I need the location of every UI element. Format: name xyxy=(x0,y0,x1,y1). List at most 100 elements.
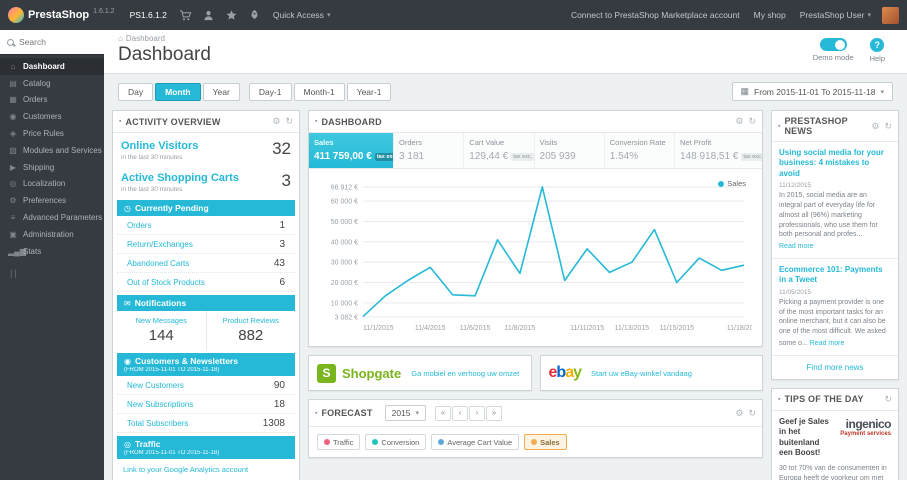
shop-version-link[interactable]: PS1.6.1.2 xyxy=(123,0,174,30)
next-page-button[interactable]: › xyxy=(469,405,486,421)
sidebar-item-shipping[interactable]: ▶ Shipping xyxy=(0,159,104,176)
forecast-pagination: « ‹ › » xyxy=(435,405,503,421)
range-button-day[interactable]: Day xyxy=(118,82,154,101)
kpi-sales[interactable]: Sales411 759,00 €tax exc. xyxy=(309,133,395,168)
sidebar-item-catalog[interactable]: ▤ Catalog xyxy=(0,75,104,92)
refresh-icon[interactable]: ↻ xyxy=(285,116,293,127)
demo-mode-label: Demo mode xyxy=(812,53,854,62)
breadcrumb[interactable]: ⌂ Dashboard xyxy=(118,34,211,43)
customer-icon[interactable] xyxy=(197,9,220,22)
forecast-legend-traffic[interactable]: Traffic xyxy=(317,434,361,450)
svg-text:11/18/2015: 11/18/2015 xyxy=(727,325,752,332)
svg-text:60 000 €: 60 000 € xyxy=(331,199,358,206)
forecast-legend-sales[interactable]: Sales xyxy=(524,434,567,450)
forecast-year-select[interactable]: 2015 ▾ xyxy=(384,405,427,421)
gear-icon[interactable]: ⚙ xyxy=(735,408,743,419)
marketplace-link[interactable]: Connect to PrestaShop Marketplace accoun… xyxy=(564,0,747,30)
refresh-icon[interactable]: ↻ xyxy=(748,116,756,127)
help-control: ? Help xyxy=(870,37,885,63)
sales-legend-label: Sales xyxy=(727,179,746,188)
sidebar-item-modules-and-services[interactable]: ▧ Modules and Services xyxy=(0,142,104,159)
user-avatar[interactable] xyxy=(882,6,899,24)
range-button-month[interactable]: Month xyxy=(155,82,201,101)
sidebar-item-label: Price Rules xyxy=(23,129,64,139)
demo-mode-toggle[interactable] xyxy=(819,38,847,51)
range-button-year[interactable]: Year xyxy=(202,82,240,101)
sidebar-item-orders[interactable]: ▦ Orders xyxy=(0,92,104,109)
search-input[interactable] xyxy=(19,37,87,47)
customers-label[interactable]: New Customers xyxy=(127,381,184,390)
range-button-month-1[interactable]: Month-1 xyxy=(293,82,345,101)
kpi-net-profit[interactable]: Net Profit 148 918,51 € tax exc. xyxy=(674,133,762,168)
customers-value: 90 xyxy=(273,379,285,391)
find-more-news-link[interactable]: Find more news xyxy=(807,363,864,372)
news-article-title[interactable]: Using social media for your business: 4 … xyxy=(779,148,891,179)
refresh-icon[interactable]: ↻ xyxy=(884,121,892,132)
range-button-year-1[interactable]: Year-1 xyxy=(346,82,392,101)
ebay-link[interactable]: Start uw eBay-winkel vandaag xyxy=(591,369,692,378)
sidebar-search[interactable] xyxy=(0,30,104,55)
cart-icon[interactable] xyxy=(174,9,197,22)
customers-label[interactable]: Total Subscribers xyxy=(127,419,188,428)
star-icon[interactable] xyxy=(220,9,243,22)
refresh-icon[interactable]: ↻ xyxy=(884,394,892,405)
sidebar-item-preferences[interactable]: ⚙ Preferences xyxy=(0,192,104,209)
kpi-visits[interactable]: Visits 205 939 xyxy=(534,133,605,168)
kpi-conversion-rate[interactable]: Conversion Rate 1.54% xyxy=(604,133,675,168)
help-icon[interactable]: ? xyxy=(870,37,885,52)
pending-label[interactable]: Out of Stock Products xyxy=(127,278,205,287)
forecast-legend-conversion[interactable]: Conversion xyxy=(365,434,427,450)
forecast-year-value: 2015 xyxy=(391,408,411,418)
kpi-orders[interactable]: Orders 3 181 xyxy=(394,133,465,168)
pending-row: Return/Exchanges 3 xyxy=(117,235,295,254)
prestashop-admin: PrestaShop 1.6.1.2 PS1.6.1.2 Quick Acces… xyxy=(0,0,907,480)
pending-label[interactable]: Abandoned Carts xyxy=(127,259,189,268)
google-analytics-link[interactable]: Link to your Google Analytics account xyxy=(123,465,248,474)
sidebar-collapse-toggle[interactable]: || xyxy=(0,260,104,286)
activity-stat-label[interactable]: Active Shopping Carts xyxy=(121,172,239,184)
read-more-link[interactable]: Read more xyxy=(810,339,845,349)
sales-dot xyxy=(531,439,538,445)
first-page-button[interactable]: « xyxy=(435,405,452,421)
sidebar-item-customers[interactable]: ◉ Customers xyxy=(0,108,104,125)
refresh-icon[interactable]: ↻ xyxy=(748,408,756,419)
svg-text:11/11/2015: 11/11/2015 xyxy=(570,325,604,332)
chevron-down-icon: ▾ xyxy=(326,12,331,19)
sidebar-item-stats[interactable]: ▂▄▆ Stats xyxy=(0,243,104,260)
notification-product-reviews[interactable]: Product Reviews 882 xyxy=(205,311,296,350)
customers-label[interactable]: New Subscriptions xyxy=(127,400,193,409)
shopgate-link[interactable]: Ga mobiel en verhoog uw omzet xyxy=(411,369,519,378)
sidebar-item-dashboard[interactable]: ⌂ Dashboard xyxy=(0,58,104,75)
date-range-picker[interactable]: ▦ From 2015-11-01 To 2015-11-18 ▾ xyxy=(731,82,893,101)
notification-new-messages[interactable]: New Messages 144 xyxy=(117,311,206,350)
gear-icon[interactable]: ⚙ xyxy=(871,121,879,132)
panel-title: DASHBOARD xyxy=(321,116,382,127)
gear-icon[interactable]: ⚙ xyxy=(272,116,280,127)
section-subtitle: (FROM 2015-11-01 TO 2015-11-18) xyxy=(124,367,220,373)
forecast-legend-average-cart-value[interactable]: Average Cart Value xyxy=(431,434,520,450)
quick-access-menu[interactable]: Quick Access ▾ xyxy=(266,0,338,30)
forecast-legend: Traffic Conversion Average Cart Value Sales xyxy=(309,427,762,457)
last-page-button[interactable]: » xyxy=(486,405,503,421)
gear-icon[interactable]: ⚙ xyxy=(735,116,743,127)
pending-label[interactable]: Orders xyxy=(127,221,151,230)
news-article-date: 11/05/2015 xyxy=(779,288,812,296)
read-more-link[interactable]: Read more xyxy=(779,242,814,252)
sidebar-item-price-rules[interactable]: ◈ Price Rules xyxy=(0,125,104,142)
sidebar-item-advanced-parameters[interactable]: ≡ Advanced Parameters xyxy=(0,209,104,226)
user-menu[interactable]: PrestaShop User ▾ xyxy=(793,0,878,30)
prev-page-button[interactable]: ‹ xyxy=(452,405,469,421)
chart-legend-sales[interactable]: Sales xyxy=(718,179,746,188)
rocket-icon[interactable] xyxy=(243,9,266,22)
sidebar-item-administration[interactable]: ▣ Administration xyxy=(0,226,104,243)
news-article-title[interactable]: Ecommerce 101: Payments in a Tweet xyxy=(779,265,891,286)
kpi-cart-value[interactable]: Cart Value 129,44 € tax exc. xyxy=(464,133,535,168)
prestashop-brand[interactable]: PrestaShop 1.6.1.2 xyxy=(0,7,123,23)
pending-label[interactable]: Return/Exchanges xyxy=(127,240,193,249)
range-button-day-1[interactable]: Day-1 xyxy=(248,82,292,101)
sidebar-item-localization[interactable]: ◎ Localization xyxy=(0,176,104,193)
my-shop-link[interactable]: My shop xyxy=(747,0,793,30)
sidebar-item-label: Advanced Parameters xyxy=(23,213,103,223)
activity-stat-label[interactable]: Online Visitors xyxy=(121,140,198,152)
sidebar-item-label: Shipping xyxy=(23,162,55,172)
